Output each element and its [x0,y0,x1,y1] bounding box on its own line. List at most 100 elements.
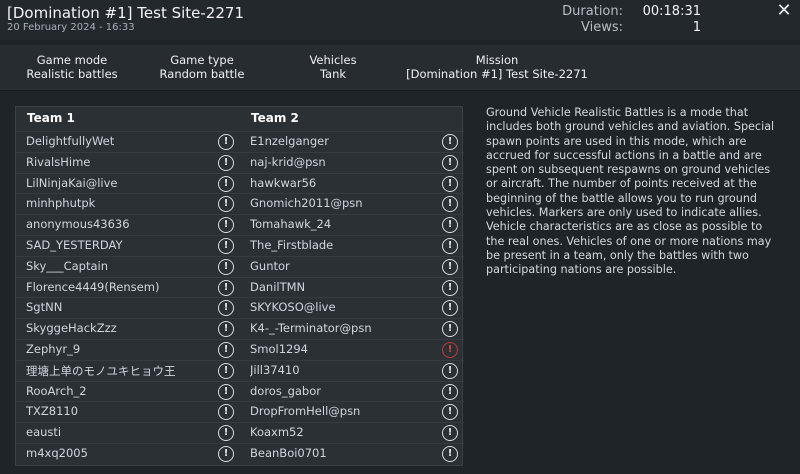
player-row: Gnomich2011@psn! [240,193,464,214]
report-player-icon[interactable]: ! [442,196,458,213]
player-name[interactable]: SkyggeHackZzz [26,321,206,335]
player-name[interactable]: minhphutpk [26,196,206,210]
player-row: 理塘上单のモノユキヒョウ王! [16,359,240,381]
player-row: doros_gabor! [240,380,464,402]
mission-label: Mission [475,53,519,67]
report-player-icon[interactable]: ! [442,237,458,254]
report-player-icon[interactable]: ! [218,237,234,254]
player-name[interactable]: naj-krid@psn [250,155,430,169]
player-name[interactable]: RooArch_2 [26,384,206,398]
close-icon[interactable]: ✕ [774,1,794,21]
player-row: The_Firstblade! [240,234,464,256]
team2-list: E1nzelganger! naj-krid@psn! hawkwar56! Gnom… [240,131,464,464]
player-row: Florence4449(Rensem)! [16,276,240,298]
report-player-icon[interactable]: ! [218,258,234,275]
team1-header: Team 1 [27,111,75,125]
player-name[interactable]: Jill37410 [250,363,430,377]
player-row: TXZ8110! [16,401,240,422]
player-row: DropFromHell@psn! [240,401,464,422]
report-player-icon[interactable]: ! [442,425,458,442]
player-row: BeanBoi0701! [240,442,464,464]
teams-panel: Team 1 Team 2 DelightfullyWet! RivalsHime… [15,106,464,466]
player-row: RooArch_2! [16,380,240,402]
report-player-icon[interactable]: ! [218,279,234,296]
player-name[interactable]: E1nzelganger [250,134,430,148]
player-name[interactable]: TXZ8110 [26,404,206,418]
report-player-icon[interactable]: ! [442,383,458,400]
player-name[interactable]: Zephyr_9 [26,342,206,356]
player-name[interactable]: Tomahawk_24 [250,217,430,231]
report-player-icon[interactable]: ! [218,175,234,192]
report-player-icon[interactable]: ! [218,321,234,338]
player-name[interactable]: Sky___Captain [26,259,206,273]
report-player-icon[interactable]: ! [218,217,234,234]
player-name[interactable]: SAD_YESTERDAY [26,238,206,252]
vehicles-info: Vehicles Tank [294,53,372,81]
report-player-icon[interactable]: ! [442,300,458,317]
player-name[interactable]: SgtNN [26,300,206,314]
report-player-icon[interactable]: ! [218,300,234,317]
player-row: m4xq2005! [16,442,240,464]
header: [Domination #1] Test Site-2271 20 Februa… [0,0,800,40]
player-name[interactable]: Guntor [250,259,430,273]
report-player-icon[interactable]: ! [442,175,458,192]
report-player-icon[interactable]: ! [218,404,234,421]
player-row: Guntor! [240,255,464,277]
report-player-icon[interactable]: ! [442,279,458,296]
report-player-icon[interactable]: ! [442,362,458,379]
player-row: E1nzelganger! [240,131,464,152]
player-name[interactable]: Koaxm52 [250,425,430,439]
player-name[interactable]: hawkwar56 [250,176,430,190]
report-player-icon[interactable]: ! [442,258,458,275]
player-row: Zephyr_9! [16,338,240,360]
duration-value: 00:18:31 [642,4,701,19]
player-name[interactable]: Gnomich2011@psn [250,196,430,210]
report-player-icon[interactable]: ! [442,341,458,358]
player-name[interactable]: RivalsHime [26,155,206,169]
player-name[interactable]: DropFromHell@psn [250,404,430,418]
player-row: LilNinjaKai@live! [16,172,240,194]
player-row: Jill37410! [240,359,464,381]
battle-info-bar: Game mode Realistic battles Game type Ra… [0,45,800,91]
team2-header: Team 2 [251,111,299,125]
report-player-icon[interactable]: ! [218,341,234,358]
report-player-icon[interactable]: ! [442,134,458,150]
player-name[interactable]: eausti [26,425,206,439]
report-player-icon[interactable]: ! [442,404,458,421]
report-player-icon[interactable]: ! [442,217,458,234]
player-name[interactable]: LilNinjaKai@live [26,176,206,190]
mission-info: Mission [Domination #1] Test Site-2271 [400,53,594,81]
player-name[interactable]: Smol1294 [250,342,430,356]
report-player-icon[interactable]: ! [442,154,458,171]
report-player-icon[interactable]: ! [218,383,234,400]
mission-value: [Domination #1] Test Site-2271 [406,67,588,81]
player-name[interactable]: anonymous43636 [26,217,206,231]
report-player-icon[interactable]: ! [218,425,234,442]
player-name[interactable]: K4-_-Terminator@psn [250,321,430,335]
report-player-icon[interactable]: ! [442,321,458,338]
player-name[interactable]: DelightfullyWet [26,134,206,148]
report-player-icon[interactable]: ! [218,134,234,150]
report-player-icon[interactable]: ! [442,445,458,462]
player-name[interactable]: SKYKOSO@live [250,300,430,314]
report-player-icon[interactable]: ! [218,196,234,213]
player-name[interactable]: BeanBoi0701 [250,446,430,460]
player-row: anonymous43636! [16,214,240,235]
vehicles-value: Tank [319,67,347,81]
report-player-icon[interactable]: ! [218,445,234,462]
report-player-icon[interactable]: ! [218,362,234,379]
player-name[interactable]: DanilTMN [250,280,430,294]
player-name[interactable]: doros_gabor [250,384,430,398]
player-row: SgtNN! [16,297,240,318]
player-row: eausti! [16,422,240,443]
game-mode-label: Game mode [36,53,108,67]
player-name[interactable]: Florence4449(Rensem) [26,280,206,294]
player-name[interactable]: m4xq2005 [26,446,206,460]
report-player-icon[interactable]: ! [218,154,234,171]
player-name[interactable]: 理塘上单のモノユキヒョウ王 [26,363,206,379]
player-name[interactable]: The_Firstblade [250,238,430,252]
game-type-value: Random battle [159,67,245,81]
player-row: hawkwar56! [240,172,464,194]
player-row: DelightfullyWet! [16,131,240,152]
player-row: K4-_-Terminator@psn! [240,318,464,339]
